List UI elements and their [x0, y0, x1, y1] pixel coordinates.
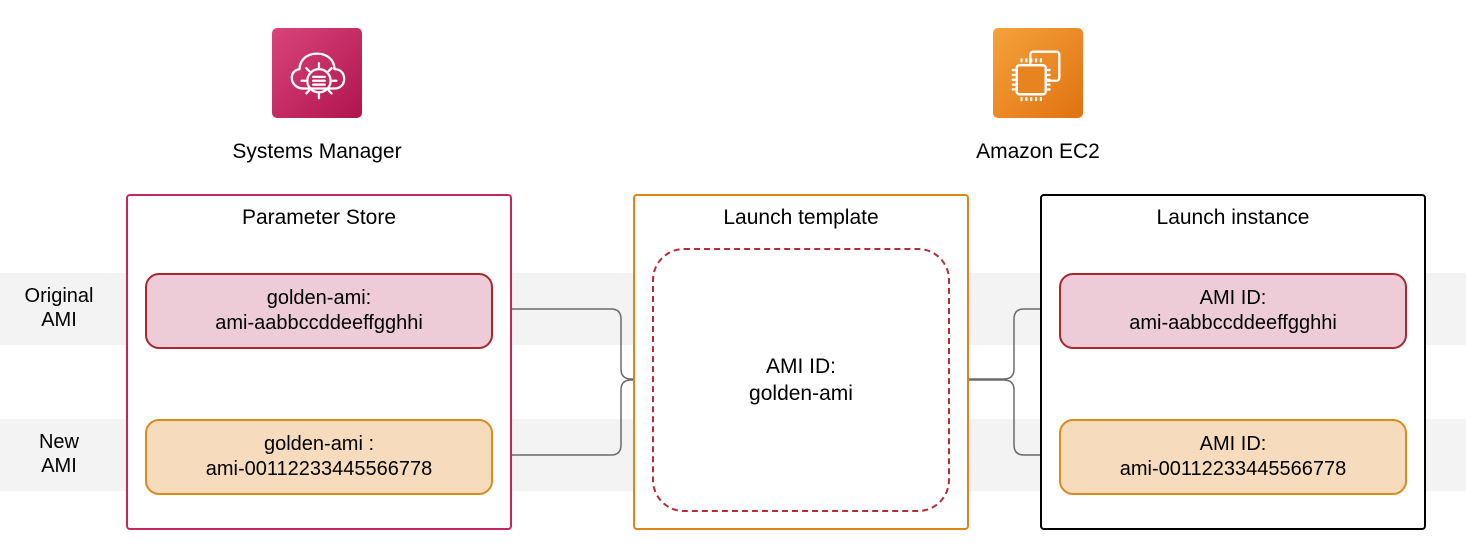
param-original-key: golden-ami: — [267, 286, 372, 311]
systems-manager-text: Systems Manager — [232, 140, 401, 163]
launch-template-inner: AMI ID: golden-ami — [652, 248, 950, 512]
launch-instance-title: Launch instance — [1042, 206, 1424, 230]
instance-new-pill: AMI ID: ami-00112233445566778 — [1059, 419, 1407, 495]
ec2-label: Amazon EC2 — [888, 140, 1188, 164]
parameter-store-title: Parameter Store — [128, 206, 510, 230]
row-label-original: Original AMI — [0, 284, 118, 332]
launch-template-title: Launch template — [635, 206, 967, 230]
instance-original-pill: AMI ID: ami-aabbccddeeffgghhi — [1059, 273, 1407, 349]
instance-original-key: AMI ID: — [1200, 286, 1267, 311]
instance-original-value: ami-aabbccddeeffgghhi — [1129, 311, 1337, 336]
param-new-value: ami-00112233445566778 — [206, 457, 433, 482]
param-new-key: golden-ami : — [264, 432, 374, 457]
instance-new-value: ami-00112233445566778 — [1120, 457, 1347, 482]
arrow-param-new-to-lt — [491, 378, 656, 458]
systems-manager-icon — [272, 28, 362, 118]
launch-template-line1: AMI ID: — [766, 353, 836, 380]
launch-template-line2: golden-ami — [749, 380, 853, 407]
ec2-icon — [993, 28, 1083, 118]
instance-new-key: AMI ID: — [1200, 432, 1267, 457]
systems-manager-label: Systems Manager — [167, 140, 467, 164]
row-label-original-text: Original AMI — [25, 285, 94, 331]
param-original-pill: golden-ami: ami-aabbccddeeffgghhi — [145, 273, 493, 349]
arrow-param-original-to-lt — [491, 304, 656, 384]
param-new-pill: golden-ami : ami-00112233445566778 — [145, 419, 493, 495]
ec2-text: Amazon EC2 — [976, 140, 1100, 163]
row-label-new: New AMI — [0, 430, 118, 478]
param-original-value: ami-aabbccddeeffgghhi — [215, 311, 423, 336]
row-label-new-text: New AMI — [39, 431, 79, 477]
